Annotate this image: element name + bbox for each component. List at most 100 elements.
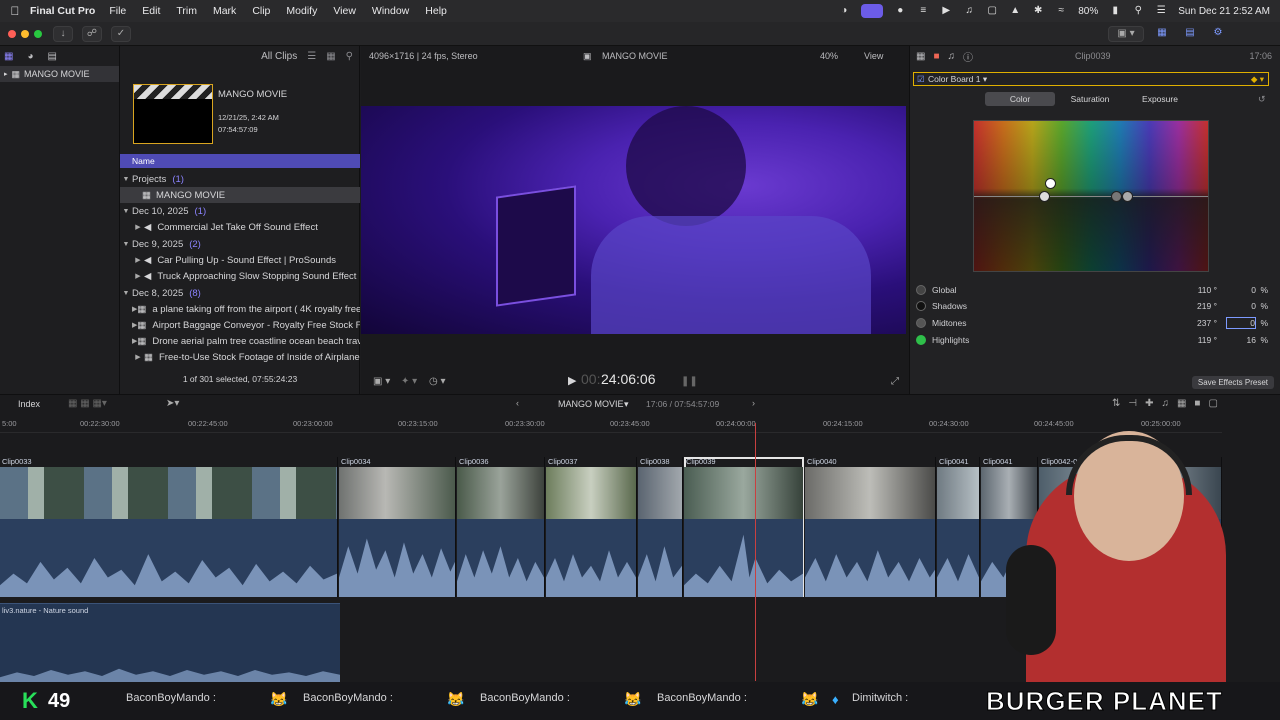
timeline-clip[interactable]: Clip0037: [546, 457, 637, 597]
viewer-timecode[interactable]: 24:06:06: [601, 371, 656, 387]
photos-icon[interactable]: ◕: [27, 51, 33, 62]
app-menu[interactable]: Final Cut Pro: [30, 5, 95, 17]
menu-file[interactable]: File: [109, 5, 126, 17]
group-dec8[interactable]: ▼ Dec 8, 2025 (8): [120, 285, 360, 301]
row-value-editing[interactable]: 0: [1226, 317, 1256, 329]
global-row[interactable]: Global 110 ° 0%: [916, 282, 1270, 298]
select-tool-icon[interactable]: ➤▾: [166, 398, 179, 409]
search-icon[interactable]: ⚲: [1132, 6, 1144, 16]
wifi-icon[interactable]: ≈: [1055, 6, 1067, 16]
list-item-selected[interactable]: ▦ MANGO MOVIE: [120, 187, 360, 203]
bluetooth-icon[interactable]: ✱: [1032, 6, 1044, 16]
tab-saturation[interactable]: Saturation: [1055, 92, 1125, 106]
timeline-tools-icon[interactable]: ⇅⊣✚♫▦■▢: [1112, 398, 1226, 409]
titles-icon[interactable]: ▤: [48, 51, 57, 62]
screen-record-icon[interactable]: ◑: [838, 6, 850, 16]
index-button[interactable]: Index: [18, 399, 40, 409]
close-window-button[interactable]: [8, 30, 16, 38]
library-item[interactable]: ▸ ▦ MANGO MOVIE: [0, 66, 119, 82]
menu-help[interactable]: Help: [425, 5, 447, 17]
highlights-puck[interactable]: [1122, 191, 1133, 202]
list-item[interactable]: ▶ ▦ Drone aerial palm tree coastline ocean…: [120, 333, 360, 349]
row-value[interactable]: 0: [1226, 301, 1256, 311]
menu-window[interactable]: Window: [372, 5, 409, 17]
disclosure-open-icon[interactable]: ▼: [120, 290, 132, 297]
timeline-toggle-icon[interactable]: ▤: [1180, 26, 1200, 42]
import-icon[interactable]: ↓: [53, 26, 73, 42]
keyword-icon[interactable]: ☍: [82, 26, 102, 42]
background-tasks-icon[interactable]: ✓: [111, 26, 131, 42]
record-icon[interactable]: ●: [894, 6, 906, 16]
share-icon[interactable]: ▣ ▾: [1108, 26, 1144, 42]
audio-clip-nature[interactable]: liv3.nature - Nature sound: [0, 603, 340, 682]
minimize-window-button[interactable]: [21, 30, 29, 38]
playhead[interactable]: [755, 423, 756, 681]
audio-inspector-icon[interactable]: ♫: [948, 51, 956, 62]
clip-filter[interactable]: All Clips: [261, 51, 297, 62]
disclosure-icon[interactable]: ▶: [132, 353, 144, 361]
timeline-clip[interactable]: Clip0040: [805, 457, 936, 597]
menu-list-icon[interactable]: ≡: [917, 6, 929, 16]
save-effects-preset-button[interactable]: Save Effects Preset: [1191, 376, 1274, 389]
timeline-clip-selected[interactable]: Clip0039: [684, 457, 804, 597]
global-puck[interactable]: [1045, 178, 1056, 189]
disclosure-icon[interactable]: ▶: [132, 223, 144, 231]
viewer-crop-icon[interactable]: ▣ ▾: [373, 376, 390, 387]
project-thumbnail[interactable]: [133, 84, 213, 144]
tab-color[interactable]: Color: [985, 92, 1055, 106]
list-item[interactable]: ▶ ▦ a plane taking off from the airport ( …: [120, 301, 360, 317]
disclosure-icon[interactable]: ▸: [4, 70, 8, 78]
stage-manager-icon[interactable]: [861, 4, 884, 18]
list-item[interactable]: ▶ ◀ Truck Approaching Slow Stopping Sound …: [120, 268, 360, 284]
timeline-project-name[interactable]: MANGO MOVIE: [558, 399, 624, 409]
timeline-clip[interactable]: Clip0034: [339, 457, 456, 597]
libraries-icon[interactable]: ▦: [4, 51, 13, 62]
forward-icon[interactable]: ›: [752, 398, 755, 408]
group-dec10[interactable]: ▼ Dec 10, 2025 (1): [120, 203, 360, 219]
airplay-icon[interactable]: ▲: [1009, 6, 1021, 16]
shadows-row[interactable]: Shadows 219 ° 0%: [916, 298, 1270, 314]
disclosure-open-icon[interactable]: ▼: [120, 241, 132, 248]
fullscreen-icon[interactable]: ⤢: [891, 376, 899, 387]
row-angle[interactable]: 219 °: [1177, 301, 1217, 311]
volume-icon[interactable]: ♫: [963, 6, 975, 16]
highlights-row[interactable]: Highlights 119 ° 16%: [916, 332, 1270, 348]
control-center-icon[interactable]: ☰: [1155, 6, 1167, 16]
group-projects[interactable]: ▼ Projects (1): [120, 171, 360, 187]
tab-exposure[interactable]: Exposure: [1125, 92, 1195, 106]
list-item[interactable]: ▶ ▦ Free-to-Use Stock Footage of Inside of…: [120, 349, 360, 365]
list-item[interactable]: ▶ ◀ Car Pulling Up - Sound Effect | ProSou…: [120, 252, 360, 268]
timeline-clip[interactable]: Clip0041: [937, 457, 980, 597]
row-angle[interactable]: 119 °: [1177, 335, 1217, 345]
chevron-down-icon[interactable]: ▾: [624, 399, 629, 410]
menu-mark[interactable]: Mark: [213, 5, 236, 17]
apple-icon[interactable]: : [0, 4, 30, 18]
timeline-clip[interactable]: Clip0036: [457, 457, 545, 597]
video-inspector-icon[interactable]: ▦: [916, 51, 925, 62]
disclosure-icon[interactable]: ▶: [132, 272, 144, 280]
column-header-name[interactable]: Name: [120, 154, 360, 168]
browser-toggle-icon[interactable]: ▦: [1152, 26, 1172, 42]
menu-modify[interactable]: Modify: [286, 5, 317, 17]
checkbox-icon[interactable]: ☑: [917, 73, 925, 85]
menu-view[interactable]: View: [333, 5, 356, 17]
menu-trim[interactable]: Trim: [176, 5, 197, 17]
info-inspector-icon[interactable]: ⓘ: [963, 49, 973, 64]
menu-clock[interactable]: Sun Dec 21 2:52 AM: [1178, 6, 1270, 17]
display-icon[interactable]: ▢: [986, 6, 998, 16]
row-value[interactable]: 0: [1226, 285, 1256, 295]
back-icon[interactable]: ‹: [516, 398, 519, 408]
timeline-clip[interactable]: Clip0038: [638, 457, 683, 597]
keyframe-icon[interactable]: ◆ ▾: [1251, 73, 1264, 85]
list-item[interactable]: ▶ ◀ Commercial Jet Take Off Sound Effect: [120, 219, 360, 235]
zoom-level[interactable]: 40%: [820, 51, 838, 61]
list-item[interactable]: ▶ ▦ Airport Baggage Conveyor - Royalty Fre…: [120, 317, 360, 333]
list-view-icon[interactable]: ☰: [307, 51, 316, 62]
battery-icon[interactable]: ▮: [1109, 6, 1121, 16]
row-angle[interactable]: 110 °: [1177, 285, 1217, 295]
midtones-puck[interactable]: [1111, 191, 1122, 202]
speed-icon[interactable]: ◷ ▾: [429, 376, 446, 387]
zoom-window-button[interactable]: [34, 30, 42, 38]
disclosure-icon[interactable]: ▶: [132, 256, 144, 264]
menu-clip[interactable]: Clip: [252, 5, 270, 17]
